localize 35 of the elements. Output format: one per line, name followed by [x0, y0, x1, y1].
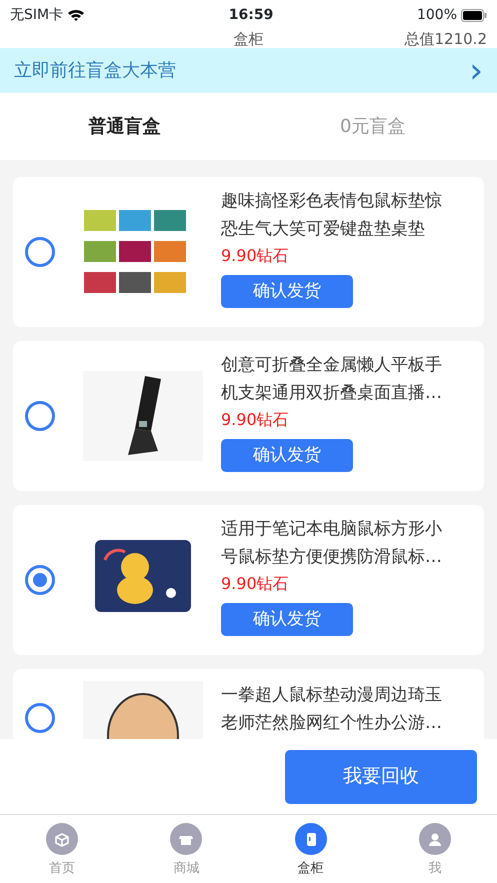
- product-title: 趣味搞怪彩色表情包鼠标垫惊恐生气大笑可爱键盘垫桌垫: [221, 190, 443, 241]
- person-icon: [418, 823, 451, 855]
- cabinet-icon: [294, 823, 327, 855]
- clock-text: 16:59: [228, 6, 274, 24]
- confirm-shipping-button[interactable]: 确认发货: [221, 275, 353, 308]
- confirm-shipping-button[interactable]: 确认发货: [221, 603, 353, 636]
- price-text: 9.90钻石: [221, 245, 290, 267]
- tab[interactable]: 普通盲盒: [0, 112, 248, 141]
- nav-tab[interactable]: 商城: [124, 815, 248, 883]
- nav-tab[interactable]: 我: [372, 815, 497, 883]
- battery-text: 100%: [416, 6, 457, 24]
- nav-tab[interactable]: 盒柜: [248, 815, 373, 883]
- radio-button[interactable]: [25, 703, 55, 733]
- confirm-shipping-button[interactable]: 确认发货: [221, 439, 353, 472]
- banner-text: 立即前往盲盒大本营: [14, 59, 176, 83]
- total-value-text: 总值1210.2: [404, 29, 487, 48]
- chevron-right-icon: ›: [469, 54, 483, 88]
- shop-icon: [170, 823, 202, 855]
- battery-icon: [461, 8, 487, 22]
- wifi-icon: [67, 8, 86, 22]
- radio-button[interactable]: [25, 565, 55, 595]
- banner-link[interactable]: 立即前往盲盒大本营 ›: [0, 48, 497, 93]
- price-text: 9.90钻石: [221, 409, 290, 431]
- nav-tab[interactable]: 首页: [0, 815, 124, 883]
- recycle-button[interactable]: 我要回收: [285, 750, 477, 804]
- tab[interactable]: 0元盲盒: [248, 112, 497, 141]
- cube-icon: [46, 823, 78, 855]
- product-title: 创意可折叠全金属懒人平板手机支架通用双折叠桌面直播…: [221, 354, 443, 405]
- page-title: 盒柜: [234, 29, 264, 50]
- price-text: 9.90钻石: [221, 573, 290, 595]
- radio-button[interactable]: [25, 237, 55, 267]
- product-title: 一拳超人鼠标垫动漫周边琦玉老师茫然脸网红个性办公游…: [221, 684, 443, 735]
- radio-button[interactable]: [25, 401, 55, 431]
- product-title: 适用于笔记本电脑鼠标方形小号鼠标垫方便便携防滑鼠标…: [221, 518, 443, 569]
- carrier-text: 无SIM卡: [10, 6, 64, 24]
